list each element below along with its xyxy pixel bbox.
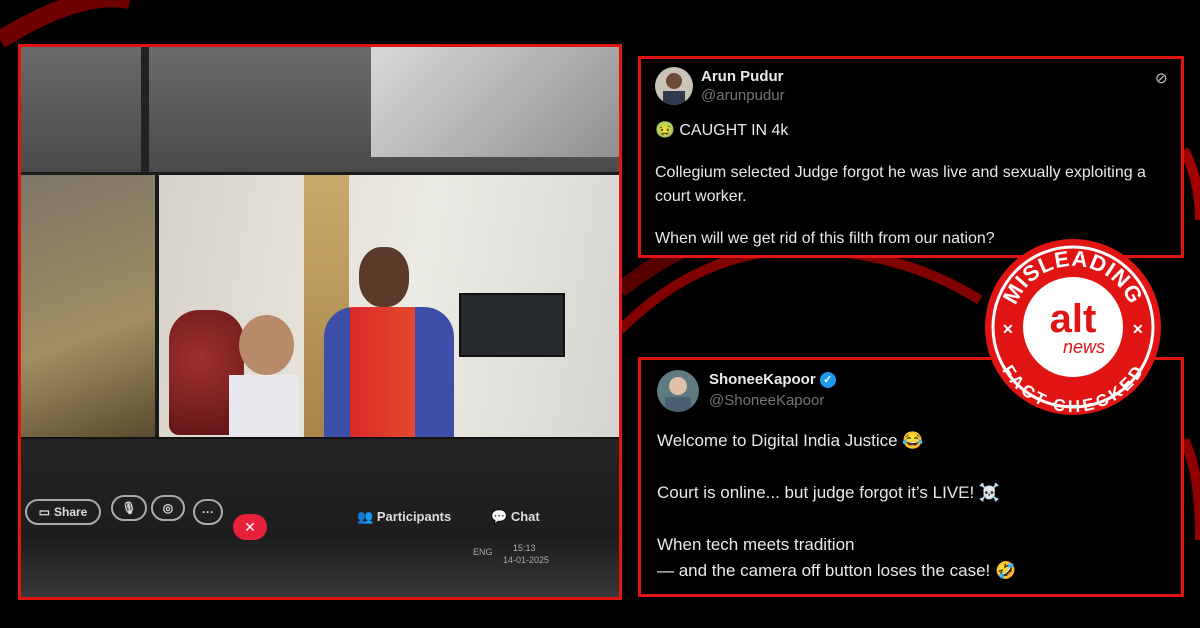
participants-icon: 👥 bbox=[357, 509, 377, 524]
author-handle[interactable]: @arunpudur bbox=[701, 87, 785, 104]
more-icon: ··· bbox=[202, 505, 214, 519]
participants-button[interactable]: 👥 Participants bbox=[357, 509, 451, 525]
stamp-cross-icon: ✕ bbox=[1132, 321, 1144, 337]
tweet-card-arun: Arun Pudur @arunpudur ⊘ 🤢 CAUGHT IN 4k C… bbox=[638, 56, 1184, 258]
taskbar-date: 14-01-2025 bbox=[503, 555, 550, 565]
more-button[interactable]: ··· bbox=[193, 499, 223, 525]
chat-button[interactable]: 💬 Chat bbox=[491, 509, 540, 525]
video-main-room bbox=[159, 175, 619, 437]
tweet-line: Welcome to Digital India Justice 😂 bbox=[657, 431, 924, 450]
author-name-text: ShoneeKapoor bbox=[709, 371, 816, 388]
end-call-button[interactable]: ✕ bbox=[233, 514, 267, 540]
author-name[interactable]: Arun Pudur bbox=[701, 68, 784, 85]
participants-label: Participants bbox=[376, 509, 452, 524]
author-name[interactable]: ShoneeKapoor ✓ bbox=[709, 371, 836, 389]
news-logo-text: news bbox=[1063, 337, 1105, 357]
stamp-cross-icon: ✕ bbox=[1002, 321, 1014, 337]
share-button[interactable]: ▭ Share bbox=[25, 499, 101, 525]
avatar[interactable] bbox=[657, 370, 699, 412]
author-handle[interactable]: @ShoneeKapoor bbox=[709, 392, 824, 409]
misleading-stamp: MISLEADING FACT-CHECKED ✕ ✕ alt news bbox=[982, 236, 1164, 418]
chat-label: Chat bbox=[510, 509, 540, 524]
mic-button[interactable]: 🎙 bbox=[111, 495, 147, 521]
alt-logo-text: alt bbox=[1050, 297, 1097, 341]
taskbar-language: ENG bbox=[473, 547, 493, 557]
tweet-line: Court is online... but judge forgot it’s… bbox=[657, 483, 1001, 502]
camera-button[interactable]: ◎ bbox=[151, 495, 185, 521]
tweet-line: Collegium selected Judge forgot he was l… bbox=[655, 164, 1146, 205]
meeting-toolbar: ▭ Share 🎙 ◎ ··· ✕ 👥 Participants 💬 Chat … bbox=[21, 439, 619, 597]
tweet-text: Welcome to Digital India Justice 😂 Court… bbox=[657, 428, 1177, 584]
video-thumbnail-room bbox=[21, 175, 155, 437]
end-call-icon: ✕ bbox=[244, 519, 256, 535]
avatar[interactable] bbox=[655, 67, 693, 105]
camera-icon: ◎ bbox=[162, 501, 174, 515]
verified-badge-icon: ✓ bbox=[819, 372, 836, 389]
tweet-line: When tech meets tradition bbox=[657, 535, 855, 554]
ceiling-area bbox=[21, 47, 619, 172]
mic-icon: 🎙 bbox=[121, 501, 137, 515]
taskbar-time: 15:13 bbox=[513, 543, 536, 553]
tweet-line: 🤢 CAUGHT IN 4k bbox=[655, 122, 789, 139]
tv-screen bbox=[459, 293, 565, 357]
tweet-text: 🤢 CAUGHT IN 4k Collegium selected Judge … bbox=[655, 119, 1180, 251]
chat-icon: 💬 bbox=[491, 509, 511, 524]
tweet-line: — and the camera off button loses the ca… bbox=[657, 561, 1017, 580]
grok-icon[interactable]: ⊘ bbox=[1155, 69, 1171, 87]
share-icon: ▭ bbox=[38, 505, 50, 519]
video-screenshot: ▭ Share 🎙 ◎ ··· ✕ 👥 Participants 💬 Chat … bbox=[18, 44, 622, 600]
share-label: Share bbox=[53, 505, 88, 519]
